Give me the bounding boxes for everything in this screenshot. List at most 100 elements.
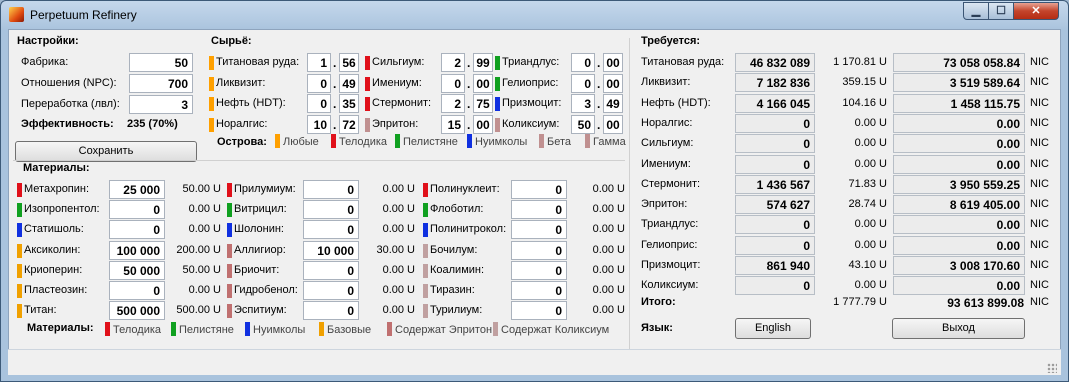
required-units: 0.00 U xyxy=(854,116,887,129)
raw-int-input[interactable]: 0 xyxy=(307,94,331,113)
materials-separator xyxy=(13,160,625,161)
material-input[interactable]: 0 xyxy=(511,220,567,240)
material-label: Статишоль: xyxy=(24,223,84,236)
efficiency-value: 235 (70%) xyxy=(127,118,178,130)
raw-decimal-dot: . xyxy=(467,76,471,91)
raw-dec-input[interactable]: 00 xyxy=(603,114,623,134)
material-price: 0.00 U xyxy=(382,203,415,216)
raw-dec-input[interactable]: 72 xyxy=(339,114,359,134)
material-input[interactable]: 0 xyxy=(511,180,567,199)
material-label: Криоперин: xyxy=(24,263,83,276)
material-legend-item: Базовые xyxy=(319,322,371,336)
raw-dec-input[interactable]: 49 xyxy=(339,73,359,93)
material-input[interactable]: 0 xyxy=(511,260,567,280)
raw-int-input[interactable]: 2 xyxy=(441,94,465,113)
material-input[interactable]: 0 xyxy=(303,180,359,199)
material-legend-name: Содержат Эпритон xyxy=(395,324,493,336)
material-price: 0.00 U xyxy=(382,223,415,236)
save-button[interactable]: Сохранить xyxy=(15,141,197,162)
language-button[interactable]: English xyxy=(735,318,811,339)
raw-int-input[interactable]: 0 xyxy=(307,73,331,93)
material-input[interactable]: 10 000 xyxy=(303,240,359,260)
material-input[interactable]: 0 xyxy=(511,281,567,300)
material-price: 30.00 U xyxy=(376,243,415,256)
material-input[interactable]: 0 xyxy=(303,260,359,280)
raw-int-input[interactable]: 0 xyxy=(571,73,595,93)
material-input[interactable]: 0 xyxy=(303,301,359,321)
material-legend-item: Содержат Коликсиум xyxy=(493,322,609,336)
material-swatch xyxy=(423,243,428,258)
material-input[interactable]: 500 000 xyxy=(109,301,165,321)
minimize-button[interactable]: ▁ xyxy=(963,2,989,20)
required-label: Нефть (HDT): xyxy=(641,96,711,109)
material-swatch xyxy=(17,263,22,278)
refine-input[interactable]: 3 xyxy=(129,95,193,114)
factory-input[interactable]: 50 xyxy=(129,53,193,72)
island-name: Телодика xyxy=(339,136,388,148)
relation-input[interactable]: 700 xyxy=(129,74,193,93)
material-input[interactable]: 0 xyxy=(109,281,165,300)
required-currency: NIC xyxy=(1030,56,1049,68)
material-input[interactable]: 0 xyxy=(303,281,359,300)
raw-dec-input[interactable]: 00 xyxy=(603,73,623,93)
material-input[interactable]: 0 xyxy=(511,301,567,321)
raw-dec-input[interactable]: 00 xyxy=(473,114,493,134)
required-label: Эпритон: xyxy=(641,198,688,211)
title-bar[interactable]: Perpetuum Refinery ▁ ☐ ✕ xyxy=(1,1,1068,29)
material-label: Гидробенол: xyxy=(234,284,298,296)
material-legend-swatch xyxy=(387,322,392,336)
required-qty: 7 182 836 xyxy=(735,73,815,93)
material-label: Коалимин: xyxy=(430,263,485,276)
required-qty: 0 xyxy=(735,276,815,296)
required-currency: NIC xyxy=(1030,116,1049,129)
material-legend-item: Содержат Эпритон xyxy=(387,322,492,336)
material-input[interactable]: 0 xyxy=(109,220,165,240)
required-currency: NIC xyxy=(1030,259,1049,271)
material-legend-name: Телодика xyxy=(113,324,162,336)
material-input[interactable]: 25 000 xyxy=(109,180,165,199)
raw-dec-input[interactable]: 00 xyxy=(473,73,493,93)
material-input[interactable]: 0 xyxy=(303,220,359,240)
island-swatch xyxy=(395,134,400,148)
material-label: Полинуклеит: xyxy=(430,183,500,195)
raw-decimal-dot: . xyxy=(597,117,601,132)
material-legend-swatch xyxy=(319,322,324,336)
raw-int-input[interactable]: 3 xyxy=(571,94,595,113)
raw-dec-input[interactable]: 75 xyxy=(473,94,493,113)
island-name: Гамма xyxy=(593,136,626,148)
raw-int-input[interactable]: 1 xyxy=(307,53,331,72)
raw-int-input[interactable]: 50 xyxy=(571,114,595,134)
material-swatch xyxy=(227,263,232,278)
raw-int-input[interactable]: 0 xyxy=(571,53,595,72)
required-label: Гелиоприс: xyxy=(641,238,698,251)
exit-button[interactable]: Выход xyxy=(892,318,1025,339)
material-input[interactable]: 0 xyxy=(303,200,359,220)
raw-int-input[interactable]: 15 xyxy=(441,114,465,134)
material-input[interactable]: 0 xyxy=(511,240,567,260)
required-units: 104.16 U xyxy=(842,96,887,109)
raw-dec-input[interactable]: 56 xyxy=(339,53,359,72)
required-currency: NIC xyxy=(1030,157,1049,170)
raw-dec-input[interactable]: 00 xyxy=(603,53,623,72)
material-input[interactable]: 0 xyxy=(511,200,567,220)
raw-int-input[interactable]: 2 xyxy=(441,53,465,72)
raw-decimal-dot: . xyxy=(467,56,471,70)
maximize-button[interactable]: ☐ xyxy=(988,2,1014,20)
raw-dec-input[interactable]: 35 xyxy=(339,94,359,113)
material-label: Тиразин: xyxy=(430,284,475,296)
raw-swatch xyxy=(209,117,214,132)
required-currency: NIC xyxy=(1030,218,1049,231)
raw-int-input[interactable]: 0 xyxy=(441,73,465,93)
raw-swatch xyxy=(209,97,214,111)
raw-dec-input[interactable]: 99 xyxy=(473,53,493,72)
material-input[interactable]: 0 xyxy=(109,200,165,220)
required-label: Триандлус: xyxy=(641,218,699,231)
raw-int-input[interactable]: 10 xyxy=(307,114,331,134)
resize-grip-icon[interactable] xyxy=(1047,363,1057,373)
close-button[interactable]: ✕ xyxy=(1013,2,1059,20)
material-input[interactable]: 100 000 xyxy=(109,240,165,260)
raw-decimal-dot: . xyxy=(333,76,337,91)
raw-dec-input[interactable]: 49 xyxy=(603,94,623,113)
material-label: Шолонин: xyxy=(234,223,284,236)
material-input[interactable]: 50 000 xyxy=(109,260,165,280)
